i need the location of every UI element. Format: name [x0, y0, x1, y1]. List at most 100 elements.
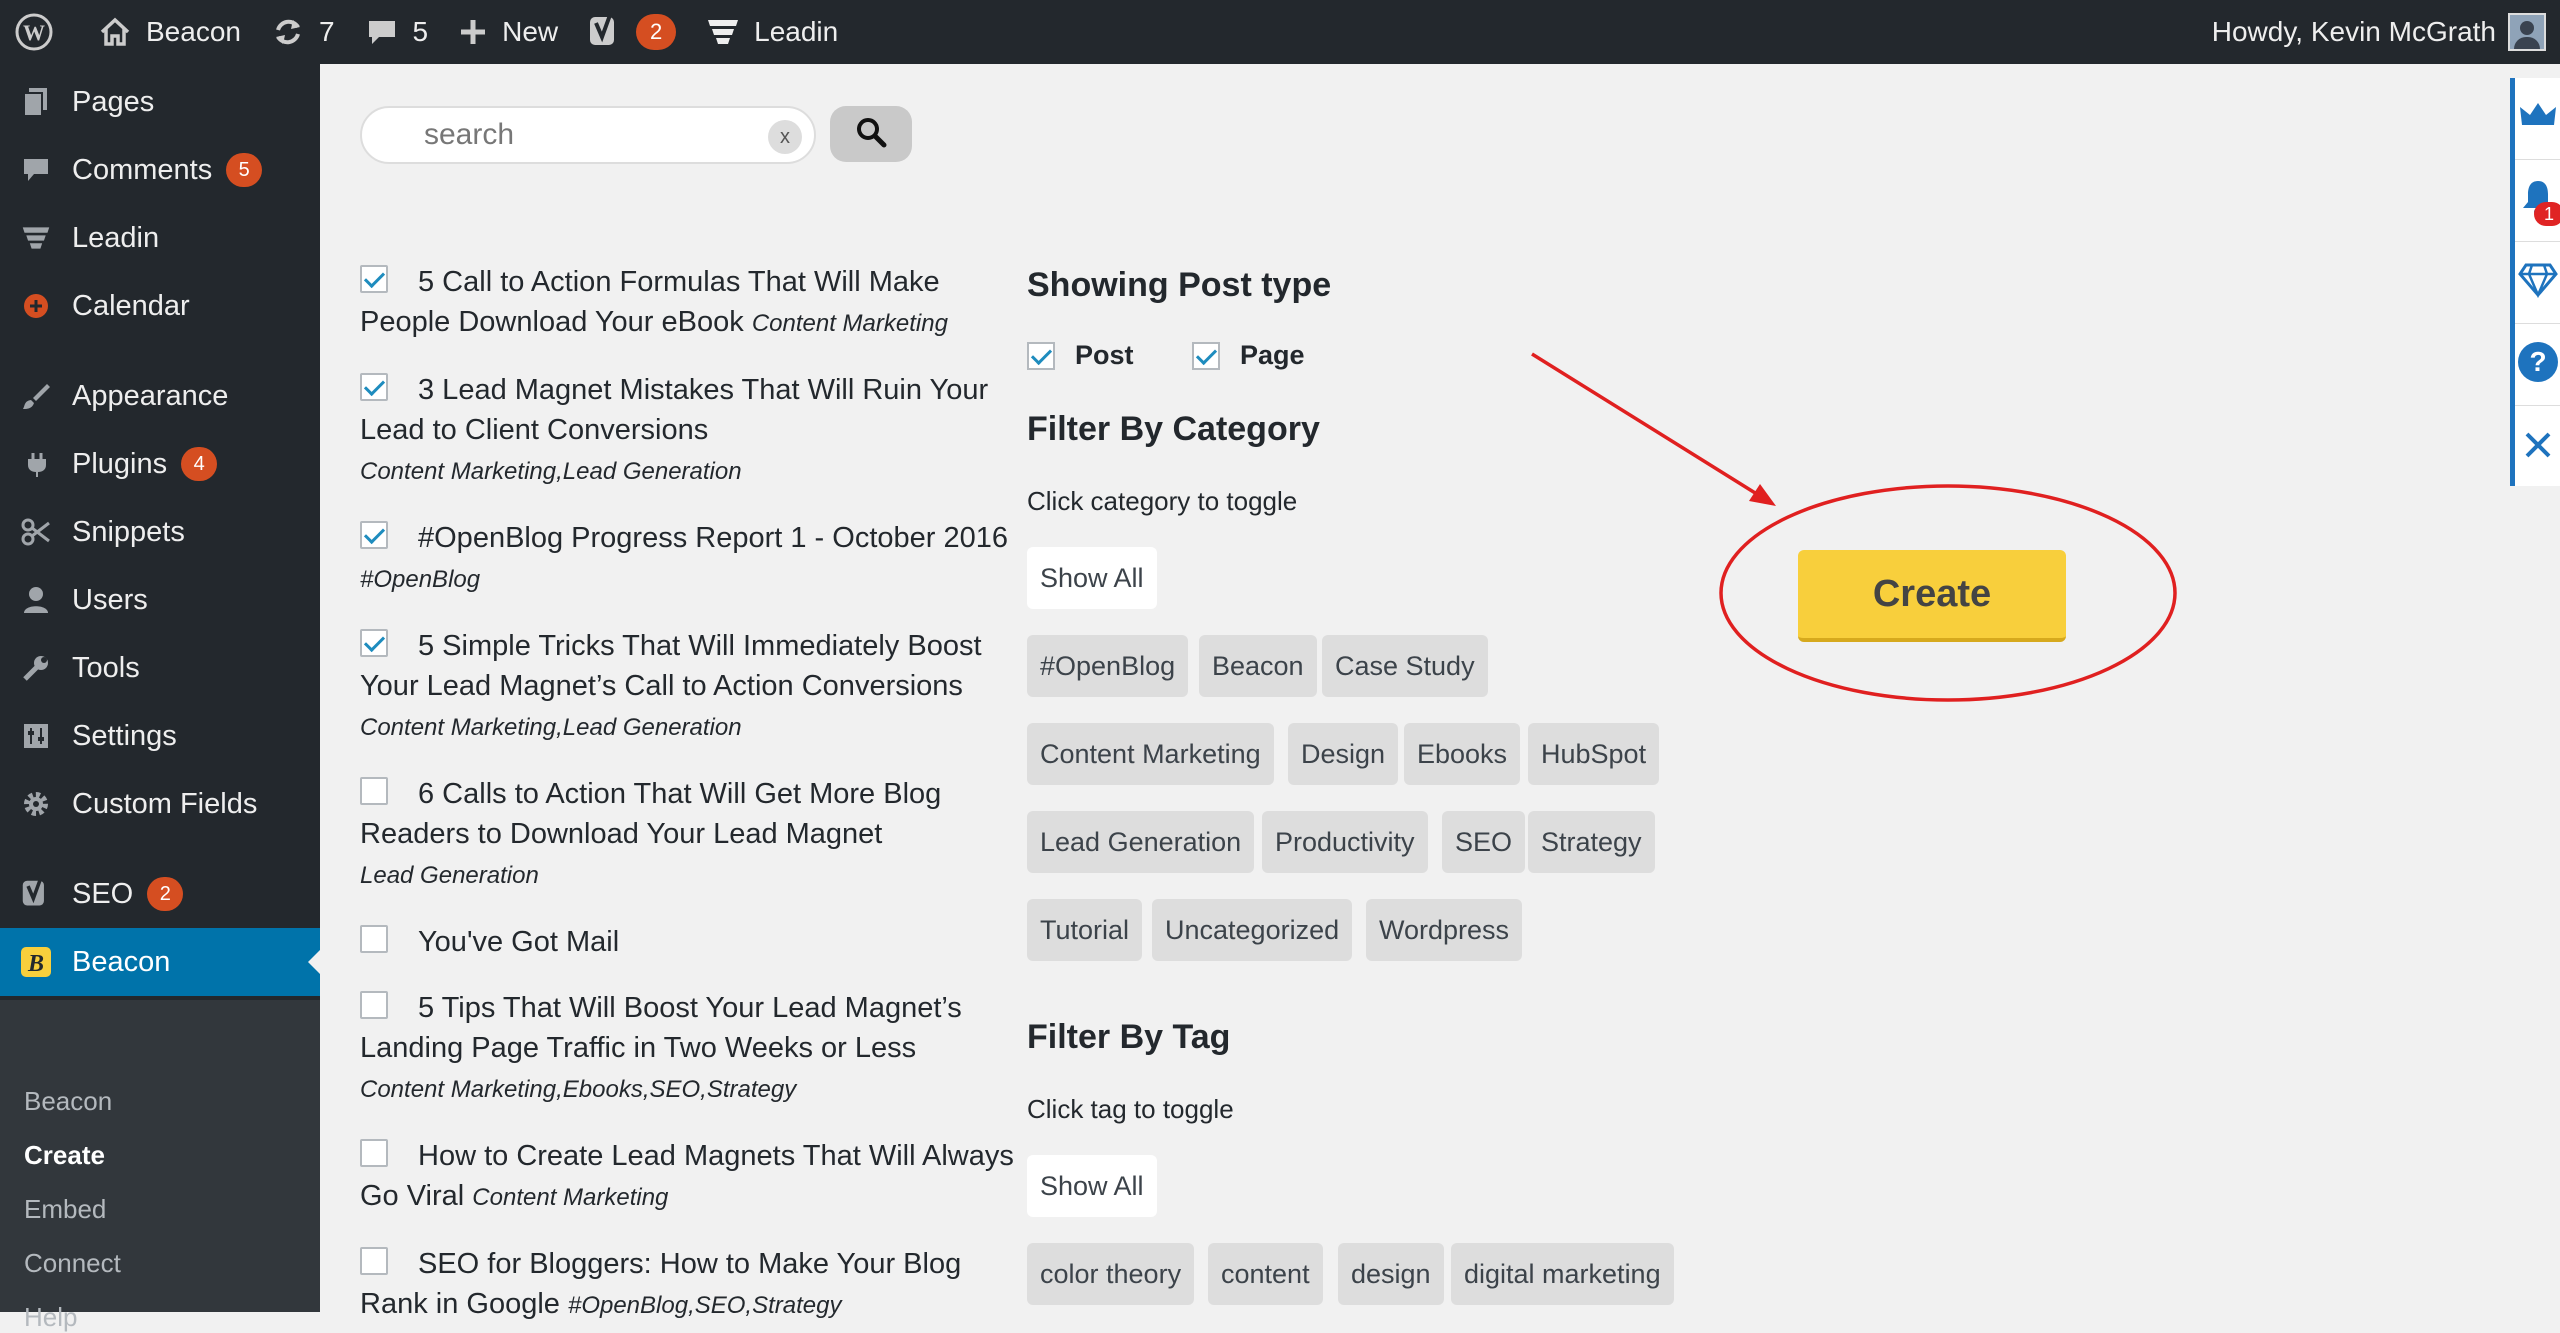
- sidebar-item-label: Appearance: [72, 379, 229, 412]
- category-chip[interactable]: #OpenBlog: [1027, 635, 1189, 697]
- admin-bar: W Beacon 7 5 New 2 Leadin Howdy, Kevin M…: [0, 0, 2560, 64]
- annotation-arrowhead: [1749, 484, 1776, 506]
- category-show-all-button[interactable]: Show All: [1027, 547, 1157, 609]
- post-checkbox[interactable]: [360, 991, 388, 1019]
- category-chip[interactable]: Wordpress: [1366, 899, 1523, 961]
- sidebar-item-appearance[interactable]: Appearance: [0, 362, 320, 430]
- comments-count: 5: [412, 16, 429, 47]
- new-label: New: [502, 16, 559, 47]
- search-input[interactable]: [422, 117, 746, 153]
- tag-chip[interactable]: design: [1338, 1243, 1444, 1305]
- wordpress-logo-button[interactable]: W: [14, 0, 68, 64]
- post-checkbox[interactable]: [360, 373, 388, 401]
- submenu-create[interactable]: Create: [24, 1140, 105, 1171]
- category-chip[interactable]: HubSpot: [1528, 723, 1660, 785]
- tag-chip[interactable]: digital marketing: [1451, 1243, 1674, 1305]
- post-checkbox[interactable]: [360, 629, 388, 657]
- sidebar-item-label: Plugins: [72, 447, 168, 480]
- sidebar-item-beacon[interactable]: B Beacon: [0, 928, 320, 996]
- tag-chip[interactable]: color theory: [1027, 1243, 1195, 1305]
- comments-link[interactable]: 5: [365, 0, 429, 64]
- premium-button[interactable]: [2515, 242, 2560, 324]
- post-checkbox[interactable]: [360, 777, 388, 805]
- post-categories: Lead Generation: [360, 862, 539, 889]
- submenu-beacon[interactable]: Beacon: [24, 1086, 112, 1117]
- post-type-post-toggle[interactable]: Post: [1027, 340, 1134, 371]
- plugins-icon: [18, 446, 54, 482]
- updates-icon: [271, 15, 305, 49]
- sidebar-item-leadin[interactable]: Leadin: [0, 204, 320, 272]
- close-toolbar-button[interactable]: [2515, 406, 2560, 488]
- category-chip[interactable]: Ebooks: [1404, 723, 1521, 785]
- sidebar-item-seo[interactable]: SEO 2: [0, 860, 320, 928]
- sidebar-item-tools[interactable]: Tools: [0, 634, 320, 702]
- post-item[interactable]: #OpenBlog Progress Report 1 - October 20…: [360, 518, 1020, 600]
- post-categories: #OpenBlog: [360, 566, 481, 593]
- tag-show-all-button[interactable]: Show All: [1027, 1155, 1157, 1217]
- submenu-help[interactable]: Help: [24, 1302, 77, 1333]
- post-item[interactable]: 5 Simple Tricks That Will Immediately Bo…: [360, 626, 1020, 748]
- post-item[interactable]: 3 Lead Magnet Mistakes That Will Ruin Yo…: [360, 370, 1020, 492]
- post-checkbox[interactable]: [360, 925, 388, 953]
- submenu-embed[interactable]: Embed: [24, 1194, 106, 1225]
- help-button[interactable]: ?: [2515, 324, 2560, 406]
- category-chip[interactable]: Content Marketing: [1027, 723, 1274, 785]
- sidebar-item-calendar[interactable]: Calendar: [0, 272, 320, 340]
- sidebar-item-comments[interactable]: Comments 5: [0, 136, 320, 204]
- search-button[interactable]: [830, 106, 912, 162]
- category-chip[interactable]: Beacon: [1199, 635, 1317, 697]
- post-categories: Content Marketing,Ebooks,SEO,Strategy: [360, 1076, 797, 1103]
- diamond-icon: [2517, 262, 2558, 303]
- notification-badge: 1: [2534, 202, 2560, 226]
- sidebar-item-label: Snippets: [72, 515, 185, 548]
- post-item[interactable]: SEO for Bloggers: How to Make Your Blog …: [360, 1244, 1020, 1326]
- post-checkbox[interactable]: [360, 521, 388, 549]
- clear-search-button[interactable]: x: [768, 120, 802, 154]
- tag-chip[interactable]: content: [1208, 1243, 1323, 1305]
- leadin-link[interactable]: Leadin: [706, 0, 838, 64]
- category-chip[interactable]: SEO: [1442, 811, 1526, 873]
- post-categories: Content Marketing: [472, 1184, 669, 1211]
- category-chip[interactable]: Strategy: [1528, 811, 1655, 873]
- post-type-checkbox[interactable]: [1027, 341, 1055, 370]
- tag-heading: Filter By Tag: [1027, 1018, 1231, 1056]
- category-chip[interactable]: Uncategorized: [1152, 899, 1353, 961]
- category-chip[interactable]: Lead Generation: [1027, 811, 1255, 873]
- submenu-connect[interactable]: Connect: [24, 1248, 121, 1279]
- create-button[interactable]: Create: [1798, 550, 2066, 642]
- post-type-page-toggle[interactable]: Page: [1192, 340, 1305, 371]
- upgrade-button[interactable]: [2515, 78, 2560, 160]
- sidebar-item-snippets[interactable]: Snippets: [0, 498, 320, 566]
- sidebar-item-custom-fields[interactable]: Custom Fields: [0, 770, 320, 838]
- post-categories: #OpenBlog,SEO,Strategy: [567, 1292, 842, 1319]
- updates-link[interactable]: 7: [271, 0, 335, 64]
- home-icon: [98, 15, 132, 49]
- category-chip[interactable]: Productivity: [1262, 811, 1428, 873]
- sidebar-item-label: Custom Fields: [72, 787, 258, 820]
- notifications-button[interactable]: 1: [2515, 160, 2560, 242]
- sidebar-item-pages[interactable]: Pages: [0, 68, 320, 136]
- sidebar-item-label: SEO: [72, 877, 134, 910]
- sidebar-item-label: Settings: [72, 719, 177, 752]
- post-type-checkbox[interactable]: [1192, 341, 1220, 370]
- sidebar-item-users[interactable]: Users: [0, 566, 320, 634]
- site-name-link[interactable]: Beacon: [98, 0, 241, 64]
- new-content-link[interactable]: New: [458, 0, 558, 64]
- sidebar-item-plugins[interactable]: Plugins 4: [0, 430, 320, 498]
- post-item[interactable]: 6 Calls to Action That Will Get More Blo…: [360, 774, 1020, 896]
- category-chip[interactable]: Design: [1288, 723, 1399, 785]
- post-item[interactable]: 5 Call to Action Formulas That Will Make…: [360, 262, 1020, 344]
- post-checkbox[interactable]: [360, 1247, 388, 1275]
- post-item[interactable]: You've Got Mail: [360, 922, 1020, 962]
- post-item[interactable]: How to Create Lead Magnets That Will Alw…: [360, 1136, 1020, 1218]
- seo-badge: 2: [147, 877, 184, 911]
- category-chip[interactable]: Case Study: [1322, 635, 1488, 697]
- category-chip[interactable]: Tutorial: [1027, 899, 1143, 961]
- post-item[interactable]: 5 Tips That Will Boost Your Lead Magnet’…: [360, 988, 1020, 1110]
- post-checkbox[interactable]: [360, 265, 388, 293]
- sidebar-item-settings[interactable]: Settings: [0, 702, 320, 770]
- account-menu[interactable]: Howdy, Kevin McGrath: [2212, 0, 2546, 64]
- post-checkbox[interactable]: [360, 1139, 388, 1167]
- post-title: 6 Calls to Action That Will Get More Blo…: [360, 778, 942, 850]
- yoast-seo-link[interactable]: 2: [588, 0, 677, 64]
